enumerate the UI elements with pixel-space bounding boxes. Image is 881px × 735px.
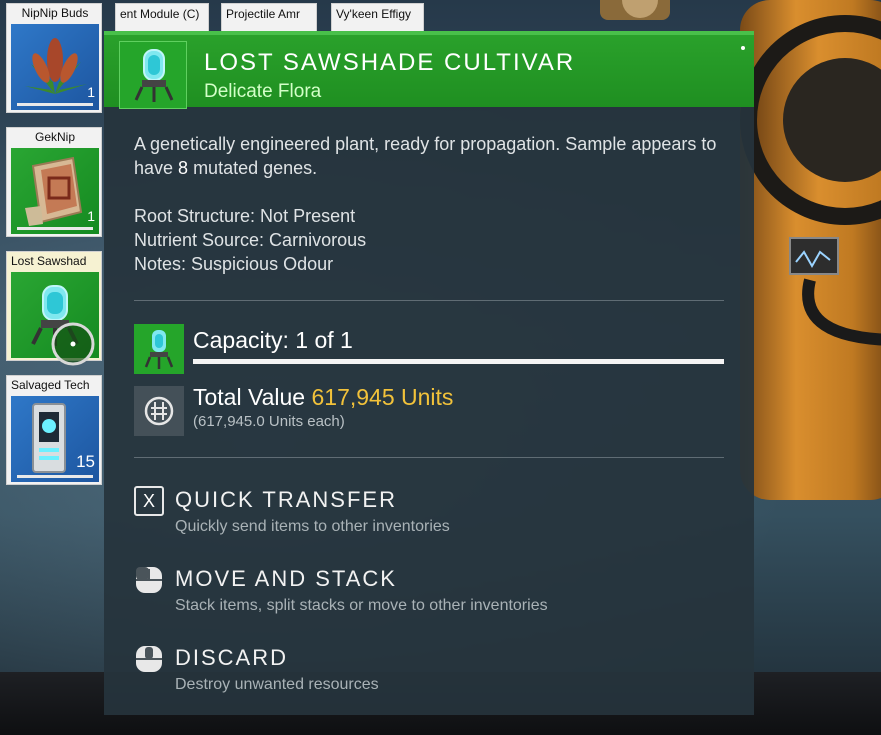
property-nutrient-source: Nutrient Source: Carnivorous [134, 230, 367, 250]
slot-label: Salvaged Tech [11, 378, 90, 392]
slot-count: 1 [87, 208, 95, 224]
value-each: (617,945.0 Units each) [193, 413, 345, 430]
capacity-label: Capacity: 1 of 1 [193, 327, 353, 353]
inventory-slot-geknip[interactable]: GekNip 1 [6, 127, 102, 237]
inventory-slot-nipnip-buds[interactable]: NipNip Buds 1 [6, 3, 102, 113]
action-title: Discard [175, 645, 289, 670]
slot-label: Projectile Amr [226, 7, 301, 21]
item-title: Lost Sawshade Cultivar [204, 49, 576, 76]
slot-fill-bar [17, 227, 93, 230]
inventory-slot-top-1[interactable]: ent Module (C) [115, 3, 209, 33]
total-value-label: Total Value [193, 384, 306, 410]
slot-tile: 15 [11, 396, 99, 482]
action-description: Stack items, split stacks or move to oth… [175, 597, 548, 614]
slot-fill-bar [17, 103, 93, 106]
mutated-gene-count: 8 [178, 158, 189, 178]
action-description: Quickly send items to other inventories [175, 518, 450, 535]
quick-transfer-action[interactable]: X Quick Transfer Quickly send items to o… [134, 486, 734, 546]
divider [134, 457, 724, 458]
property-root-structure: Root Structure: Not Present [134, 206, 356, 226]
capacity-bar-fill [193, 359, 724, 364]
geknip-icon [25, 156, 83, 226]
slot-tile: 1 [11, 148, 99, 234]
x-key-icon: X [134, 486, 164, 516]
mouse-left-icon [136, 567, 162, 593]
item-properties: Root Structure: Not Present Nutrient Sou… [134, 204, 724, 276]
inventory-slot-salvaged-tech[interactable]: Salvaged Tech 15 [6, 375, 102, 485]
slot-label: ent Module (C) [120, 7, 200, 21]
property-notes: Notes: Suspicious Odour [134, 254, 334, 274]
slot-label: GekNip [34, 130, 75, 144]
action-title: Quick Transfer [175, 487, 397, 512]
slot-label: Lost Sawshad [11, 254, 87, 268]
selection-cursor-icon [51, 322, 95, 366]
slot-fill-bar [17, 475, 93, 478]
inventory-slot-top-3[interactable]: Vy'keen Effigy [331, 3, 424, 33]
description-text-end: mutated genes. [188, 158, 318, 178]
move-and-stack-action[interactable]: Move and Stack Stack items, split stacks… [134, 565, 734, 625]
units-currency-icon [144, 396, 174, 426]
total-value: Total Value 617,945 Units [193, 384, 453, 411]
tooltip-header: Lost Sawshade Cultivar Delicate Flora [104, 31, 754, 109]
divider [134, 300, 724, 301]
action-title: Move and Stack [175, 566, 397, 591]
cultivar-icon [144, 330, 174, 369]
header-indicator-dot [741, 46, 745, 50]
item-icon [119, 41, 187, 109]
total-value-amount: 617,945 Units [311, 384, 454, 410]
item-description: A genetically engineered plant, ready fo… [134, 132, 724, 180]
item-category: Delicate Flora [204, 81, 322, 102]
nipnip-buds-icon [25, 38, 87, 94]
discard-action[interactable]: Discard Destroy unwanted resources [134, 644, 734, 704]
capacity-item-icon [134, 324, 184, 374]
mouse-middle-icon [136, 646, 162, 672]
action-description: Destroy unwanted resources [175, 676, 379, 693]
capacity-bar [193, 359, 724, 364]
slot-label: Vy'keen Effigy [336, 7, 411, 21]
inventory-slot-lost-sawshade[interactable]: Lost Sawshad [6, 251, 102, 366]
slot-count: 1 [87, 84, 95, 100]
slot-label: NipNip Buds [21, 6, 89, 20]
slot-tile: 1 [11, 24, 99, 110]
units-icon [134, 386, 184, 436]
inventory-slot-top-2[interactable]: Projectile Amr [221, 3, 317, 33]
cultivar-icon [134, 49, 174, 102]
slot-tile [11, 272, 99, 366]
slot-count: 15 [76, 452, 95, 471]
